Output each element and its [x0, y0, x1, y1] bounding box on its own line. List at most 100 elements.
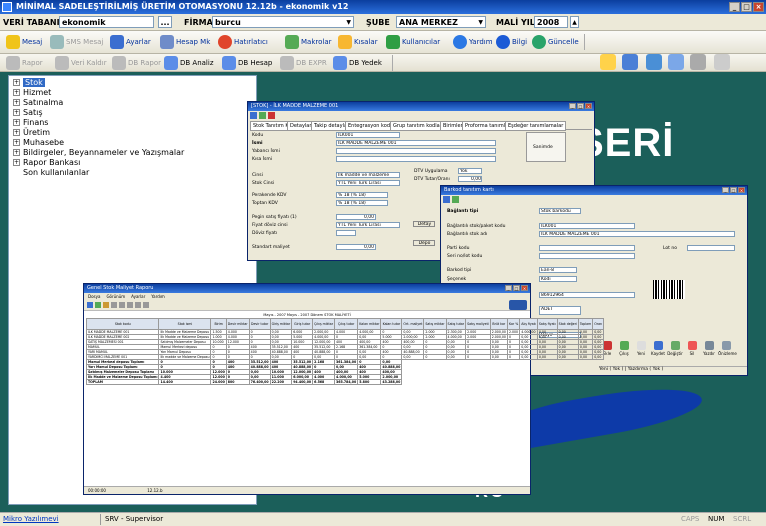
tree-item-muhasebe[interactable]: + Muhasebe: [13, 138, 64, 147]
menu-view[interactable]: Görünüm: [106, 293, 125, 300]
tab-esdeger[interactable]: Eşdeğer tanımlamalar: [505, 121, 567, 131]
calculator-button[interactable]: Hesap Mk: [160, 35, 210, 49]
wholesale-vat-select[interactable]: % 18 (% 18): [336, 200, 388, 206]
tree-item-bildirgeler[interactable]: + Bildirgeler, Beyannameler ve Yazışmalar: [13, 148, 184, 157]
maximize-button[interactable]: □: [730, 187, 737, 193]
chart-icon[interactable]: [135, 302, 141, 308]
name-input[interactable]: İLK MADDE MALZEME 001: [336, 140, 496, 146]
calendar-button[interactable]: [622, 54, 638, 70]
type-select[interactable]: İlk madde ve malzeme: [336, 172, 400, 178]
more-button[interactable]: [714, 54, 730, 70]
db-backup-button[interactable]: DB Yedek: [333, 56, 382, 70]
batch-input[interactable]: [539, 245, 635, 251]
close-button[interactable]: ×: [585, 103, 592, 109]
minimize-button[interactable]: _: [505, 285, 512, 291]
price-input[interactable]: 0,00: [336, 214, 376, 220]
tree-item-uretim[interactable]: + Üretim: [13, 128, 50, 137]
menu-settings[interactable]: Ayarlar: [131, 293, 145, 300]
update-button[interactable]: Güncelle: [532, 35, 579, 49]
save-icon[interactable]: [250, 112, 257, 119]
remove-data-button[interactable]: Veri Kaldır: [55, 56, 107, 70]
change-button[interactable]: Değiştir: [667, 341, 683, 359]
edit-toggle-button[interactable]: [600, 54, 616, 70]
picture-box[interactable]: Sanimde: [526, 132, 566, 162]
menu-file[interactable]: Dosya: [88, 293, 100, 300]
tree-item-rapor-bankasi[interactable]: + Rapor Bankası: [13, 158, 80, 167]
minimize-button[interactable]: _: [722, 187, 729, 193]
tree-item-stok[interactable]: + Stok: [13, 78, 45, 87]
vendor-link[interactable]: Mikro Yazılımevi: [3, 513, 59, 526]
depot-button[interactable]: Depo: [413, 240, 435, 246]
favorites-button[interactable]: [668, 54, 684, 70]
minimize-button[interactable]: _: [569, 103, 576, 109]
delete-icon[interactable]: [268, 112, 275, 119]
shortcuts-button[interactable]: Kısalar: [338, 35, 378, 49]
tree-item-finans[interactable]: + Finans: [13, 118, 48, 127]
db-account-button[interactable]: DB Hesap: [222, 56, 272, 70]
fx-price-input[interactable]: [336, 230, 356, 236]
maximize-button[interactable]: □: [741, 2, 752, 12]
linked-name-input[interactable]: İLK MADDE MALZEME 001: [539, 231, 735, 237]
foreign-name-input[interactable]: [336, 148, 496, 154]
tree-item-satis[interactable]: + Satış: [13, 108, 43, 117]
linked-code-input[interactable]: ILK001: [539, 223, 635, 229]
delete-button[interactable]: Sil: [684, 341, 700, 359]
serial-input[interactable]: [539, 253, 635, 259]
close-button[interactable]: ×: [753, 2, 764, 12]
minimize-button[interactable]: _: [729, 2, 740, 12]
close-button[interactable]: ×: [738, 187, 745, 193]
refresh-icon[interactable]: [143, 302, 149, 308]
menu-help[interactable]: Yardım: [151, 293, 164, 300]
exit-button[interactable]: Çıkış: [616, 341, 632, 359]
maximize-button[interactable]: □: [513, 285, 520, 291]
maximize-button[interactable]: □: [577, 103, 584, 109]
close-button[interactable]: ×: [521, 285, 528, 291]
tree-item-son-kullanilanlar[interactable]: Son kullanılanlar: [23, 168, 89, 177]
company-select[interactable]: burcu ▼: [212, 16, 354, 28]
year-field[interactable]: 2008: [534, 16, 568, 28]
lot-input[interactable]: [687, 245, 735, 251]
db-expr-button[interactable]: DB EXPR: [280, 56, 327, 70]
network-button[interactable]: [646, 54, 662, 70]
retail-vat-select[interactable]: % 18 (% 18): [336, 192, 388, 198]
users-button[interactable]: Kullanıcılar: [386, 35, 440, 49]
reminder-button[interactable]: Hatırlatıcı: [218, 35, 268, 49]
db-field[interactable]: ekonomik: [59, 16, 154, 28]
save-icon[interactable]: [443, 196, 450, 203]
refresh-icon[interactable]: [259, 112, 266, 119]
report-button[interactable]: Rapor: [6, 56, 43, 70]
db-report-button[interactable]: DB Rapor: [112, 56, 161, 70]
settings-button[interactable]: Ayarlar: [110, 35, 151, 49]
sort-icon[interactable]: [119, 302, 125, 308]
dtv-amount-input[interactable]: 0,00: [458, 176, 482, 182]
message-button[interactable]: Mesaj: [6, 35, 42, 49]
stock-type-select[interactable]: YTL Yeni Türk Lirası: [336, 180, 400, 186]
new-button[interactable]: Yeni: [633, 341, 649, 359]
std-cost-input[interactable]: 0,00: [336, 244, 376, 250]
barcode-input[interactable]: 86912964: [539, 292, 635, 298]
db-analysis-button[interactable]: DB Analiz: [164, 56, 214, 70]
short-name-input[interactable]: [336, 156, 496, 162]
code-input[interactable]: ILK001: [336, 132, 400, 138]
dtv-select[interactable]: Yok: [458, 168, 482, 174]
preview-button[interactable]: Önizleme: [718, 341, 737, 359]
link-type-select[interactable]: Stok barkodu: [539, 208, 581, 214]
print-icon[interactable]: [87, 302, 93, 308]
column-icon[interactable]: [111, 302, 117, 308]
filter-icon[interactable]: [103, 302, 109, 308]
branch-select[interactable]: ANA MERKEZ ▼: [396, 16, 486, 28]
export-icon[interactable]: [95, 302, 101, 308]
help-button[interactable]: Yardım: [453, 35, 493, 49]
save-button[interactable]: Kaydet: [650, 341, 666, 359]
db-browse-button[interactable]: ...: [158, 16, 172, 28]
info-button[interactable]: Bilgi: [496, 35, 527, 49]
zoom-icon[interactable]: [127, 302, 133, 308]
refresh-icon[interactable]: [452, 196, 459, 203]
sms-button[interactable]: SMS Mesaj: [50, 35, 103, 49]
barcode-type-select[interactable]: Ean-8: [539, 267, 577, 273]
tree-item-satinalma[interactable]: + Satınalma: [13, 98, 63, 107]
detail-button[interactable]: Detay: [413, 221, 435, 227]
unit-input[interactable]: ADET: [539, 306, 581, 315]
currency-select[interactable]: YTL Yeni Türk Lirası: [336, 222, 400, 228]
tree-item-hizmet[interactable]: + Hizmet: [13, 88, 51, 97]
